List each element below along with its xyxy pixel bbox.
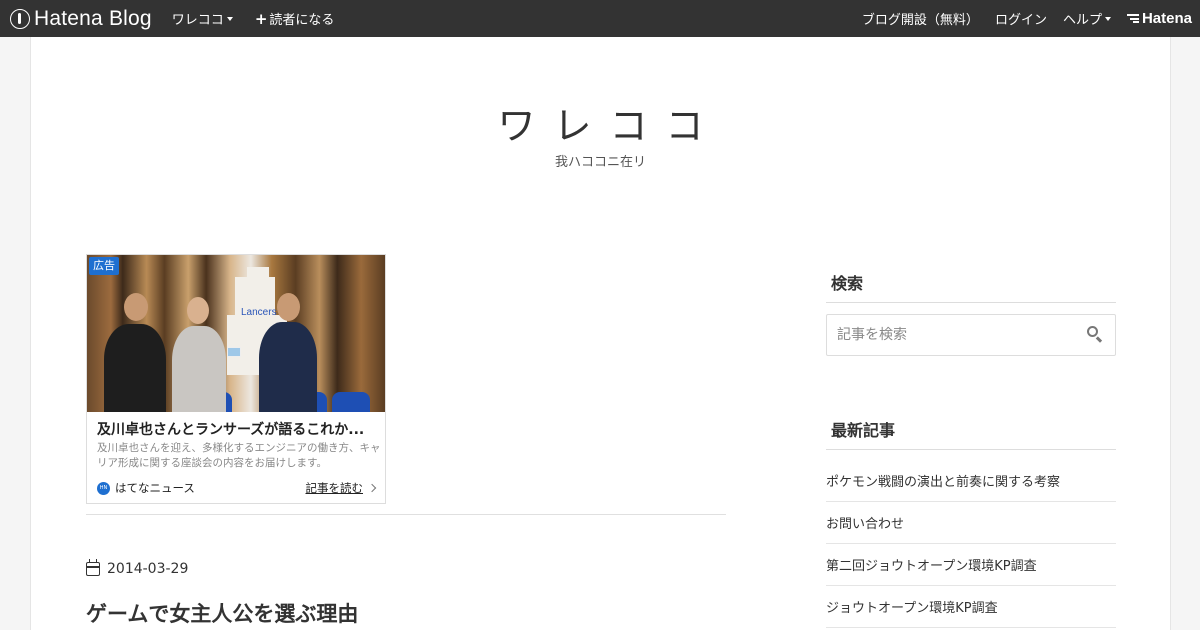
ad-body: 及川卓也さんを迎え、多様化するエンジニアの働き方、キャリア形成に関する座談会の内… xyxy=(97,442,381,469)
caret-down-icon xyxy=(1104,16,1111,21)
ad-badge: 広告 xyxy=(89,257,119,275)
recent-post-item[interactable]: お問い合わせ xyxy=(826,502,1116,544)
hatena-blog-icon xyxy=(10,8,30,29)
help-label: ヘルプ xyxy=(1062,13,1102,28)
open-blog-link[interactable]: ブログ開設（無料） xyxy=(862,9,979,28)
login-label: ログイン xyxy=(994,13,1047,28)
search-box xyxy=(826,314,1116,356)
photo-sign-text: Lancers xyxy=(241,307,277,318)
search-heading: 検索 xyxy=(826,270,1116,303)
ad-read-more-label: 記事を読む xyxy=(305,481,364,495)
recent-posts-list: ポケモン戦闘の演出と前奏に関する考察 お問い合わせ 第二回ジョウトオープン環境K… xyxy=(826,460,1116,628)
help-menu-button[interactable]: ヘルプ xyxy=(1063,9,1111,28)
blog-title[interactable]: ワレココ xyxy=(31,95,1170,150)
post-title[interactable]: ゲームで女主人公を選ぶ理由 xyxy=(86,598,358,628)
ad-read-more-link[interactable]: 記事を読む xyxy=(305,480,377,496)
login-link[interactable]: ログイン xyxy=(995,9,1047,28)
brand-text: Hatena Blog xyxy=(34,6,152,30)
hatena-logo-text: Hatena xyxy=(1141,10,1192,27)
plus-icon: + xyxy=(254,9,268,28)
search-icon[interactable] xyxy=(1087,326,1103,343)
hatena-logo[interactable]: Hatena xyxy=(1126,10,1192,27)
page-container: ワレココ 我ハココニ在リ Lancers 広告 及川卓也さんとランサーズが語るこ… xyxy=(30,37,1171,630)
subscribe-button[interactable]: + 読者になる xyxy=(254,9,335,29)
blog-menu-label: ワレココ xyxy=(171,13,224,28)
blog-description: 我ハココニ在リ xyxy=(554,155,646,170)
global-header: Hatena Blog ワレココ + 読者になる ブログ開設（無料） ログイン … xyxy=(0,0,1200,37)
subscribe-label: 読者になる xyxy=(269,13,335,28)
open-blog-label: ブログ開設（無料） xyxy=(861,13,979,28)
ad-source-label: はてなニュース xyxy=(115,481,195,495)
ad-source: HN はてなニュース xyxy=(97,480,195,496)
ad-card[interactable]: Lancers 広告 及川卓也さんとランサーズが語るこれか... 及川卓也さんを… xyxy=(86,254,386,504)
caret-down-icon xyxy=(226,16,233,21)
divider xyxy=(86,514,726,515)
chevron-right-icon xyxy=(367,483,377,493)
post-date[interactable]: 2014-03-29 xyxy=(86,559,189,577)
recent-posts-heading: 最新記事 xyxy=(826,417,1116,450)
hatena-mark-icon xyxy=(1126,14,1139,23)
ad-photo: Lancers 広告 xyxy=(87,255,385,412)
blog-menu-button[interactable]: ワレココ xyxy=(172,9,233,28)
recent-post-item[interactable]: ポケモン戦闘の演出と前奏に関する考察 xyxy=(826,460,1116,502)
hatena-news-icon: HN xyxy=(97,481,110,495)
post-date-text: 2014-03-29 xyxy=(107,561,189,577)
search-input[interactable] xyxy=(827,316,1077,354)
hatena-blog-logo[interactable]: Hatena Blog xyxy=(10,7,152,31)
recent-post-item[interactable]: ジョウトオープン環境KP調査 xyxy=(826,586,1116,628)
recent-post-item[interactable]: 第二回ジョウトオープン環境KP調査 xyxy=(826,544,1116,586)
calendar-icon xyxy=(86,559,100,576)
ad-title[interactable]: 及川卓也さんとランサーズが語るこれか... xyxy=(97,419,377,439)
